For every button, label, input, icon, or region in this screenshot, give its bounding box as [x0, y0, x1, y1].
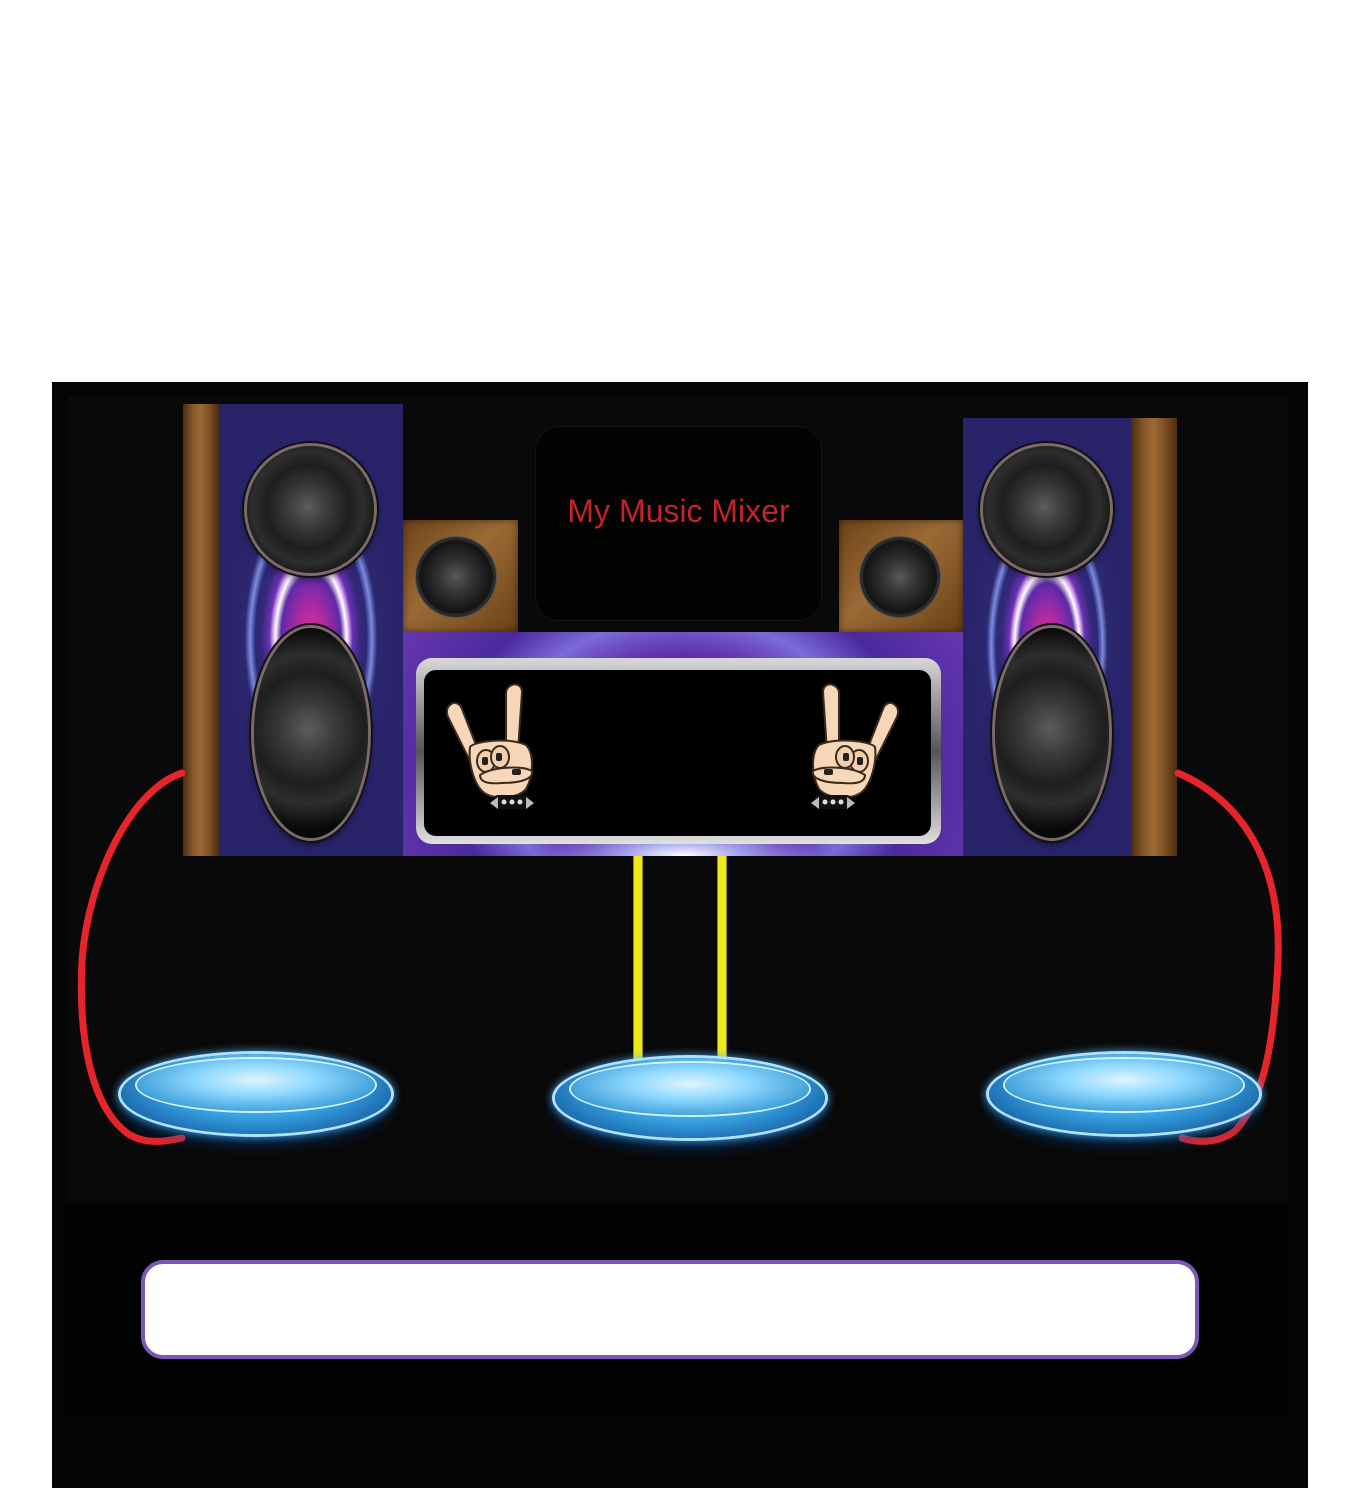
wire-left [633, 856, 643, 1064]
right-speaker-side [1131, 418, 1177, 856]
title-display: My Music Mixer [535, 426, 822, 621]
right-tweeter-box [839, 520, 963, 632]
app-title: My Music Mixer [567, 493, 790, 529]
speaker-tweeter-icon [419, 540, 493, 614]
drum-pad-icon[interactable] [989, 1054, 1259, 1134]
left-tweeter-box [403, 520, 518, 632]
left-speaker-side [183, 404, 219, 856]
drum-pad-icon[interactable] [555, 1058, 825, 1138]
speaker-woofer-icon [247, 446, 374, 573]
speaker-tweeter-icon [863, 540, 937, 614]
wire-right [717, 856, 727, 1064]
speaker-woofer-icon [995, 628, 1109, 838]
speaker-woofer-icon [254, 628, 368, 838]
mixer-screen [416, 658, 941, 844]
drum-pad-icon[interactable] [121, 1054, 391, 1134]
mixer-screen-display [424, 670, 931, 836]
text-input[interactable] [141, 1260, 1199, 1359]
speaker-woofer-icon [983, 446, 1110, 573]
